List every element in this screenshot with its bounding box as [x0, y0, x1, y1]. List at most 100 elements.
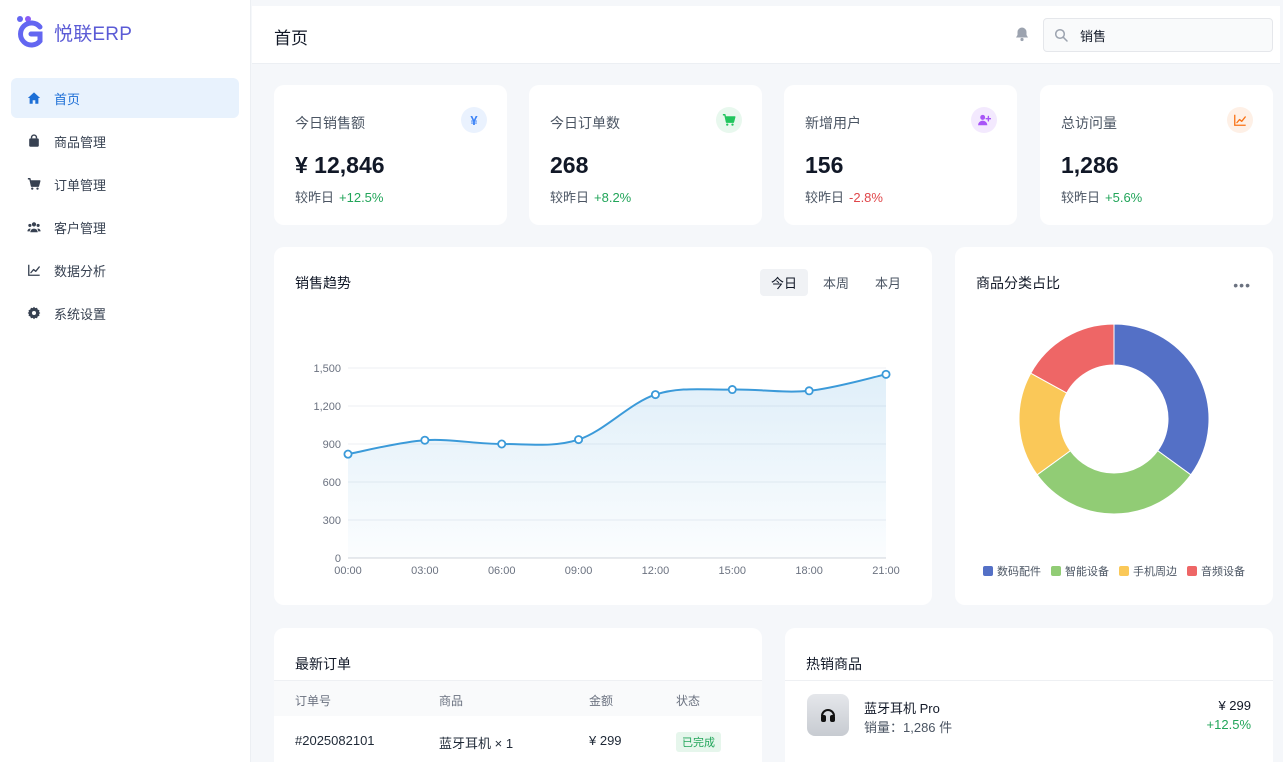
compare-label: 较昨日 — [805, 190, 845, 205]
stat-value: ¥ 12,846 — [295, 152, 385, 178]
sidebar-item-label: 数据分析 — [54, 263, 107, 279]
product-name[interactable]: 蓝牙耳机 Pro — [864, 698, 940, 717]
data-point[interactable] — [343, 449, 353, 459]
y-tick-label: 0 — [335, 553, 341, 565]
search-box[interactable] — [1043, 18, 1273, 52]
sidebar-item-label: 商品管理 — [54, 134, 107, 150]
y-tick-label: 1,200 — [313, 401, 341, 413]
x-tick-label: 03:00 — [411, 565, 439, 577]
chart-line-icon — [28, 264, 40, 276]
sidebar-item-5[interactable]: 系统设置 — [11, 293, 239, 333]
data-point[interactable] — [650, 390, 660, 400]
search-icon — [1054, 28, 1068, 42]
product-growth: +12.5% — [1206, 717, 1251, 732]
home-icon — [27, 92, 41, 104]
legend-item[interactable]: 智能设备 — [1051, 563, 1109, 579]
stat-compare: 较昨日 +12.5% — [295, 187, 383, 206]
brand-name: 悦联ERP — [54, 23, 133, 45]
search-input[interactable] — [1080, 27, 1260, 43]
legend-label: 智能设备 — [1065, 566, 1109, 578]
pie-slice[interactable] — [1036, 450, 1192, 515]
stat-card: 今日订单数 268 较昨日 +8.2% — [529, 85, 762, 225]
stat-compare: 较昨日 +8.2% — [550, 187, 631, 206]
product-thumbnail[interactable] — [807, 694, 849, 736]
brand[interactable]: 悦联ERP — [0, 0, 250, 64]
nav-icon-wrap — [26, 133, 42, 149]
category-share-card: 商品分类占比 ••• 数码配件 智能设备 手机周边 音频设备 — [955, 247, 1273, 605]
nav-icon-wrap — [26, 219, 42, 235]
y-tick-label: 300 — [323, 515, 341, 527]
headphones-icon — [821, 709, 835, 722]
legend-item[interactable]: 数码配件 — [983, 563, 1041, 579]
legend-swatch — [1051, 566, 1061, 576]
data-point[interactable] — [574, 435, 584, 445]
sidebar-item-0[interactable]: 首页 — [11, 78, 239, 118]
bag-icon — [29, 134, 39, 147]
legend-swatch — [1187, 566, 1197, 576]
gear-icon — [27, 306, 41, 320]
stat-label: 今日销售额 — [295, 115, 365, 131]
stat-change: -2.8% — [849, 190, 883, 205]
product-price: ¥ 299 — [1218, 698, 1251, 713]
order-amount: ¥ 299 — [589, 733, 622, 748]
x-tick-label: 09:00 — [565, 565, 593, 577]
recent-orders-card: 最新订单 订单号 商品 金额 状态 #2025082101 蓝牙耳机 × 1 ¥… — [274, 628, 762, 762]
legend-label: 数码配件 — [997, 566, 1041, 578]
x-tick-label: 15:00 — [719, 565, 747, 577]
legend-swatch — [1119, 566, 1129, 576]
stat-value: 156 — [805, 152, 844, 178]
pie-slice[interactable] — [1113, 323, 1210, 476]
stat-label: 今日订单数 — [550, 115, 620, 131]
legend-swatch — [983, 566, 993, 576]
stat-card: 新增用户 156 较昨日 -2.8% — [784, 85, 1017, 225]
stat-compare: 较昨日 -2.8% — [805, 187, 883, 206]
pie-legend: 数码配件 智能设备 手机周边 音频设备 — [983, 563, 1255, 579]
compare-label: 较昨日 — [1061, 190, 1101, 205]
nav-icon-wrap — [26, 90, 42, 106]
stat-label: 总访问量 — [1061, 115, 1117, 131]
sidebar-item-label: 系统设置 — [54, 306, 107, 322]
sidebar-item-3[interactable]: 客户管理 — [11, 207, 239, 247]
orders-table-header: 订单号 商品 金额 状态 — [274, 680, 762, 716]
order-product: 蓝牙耳机 × 1 — [439, 736, 514, 751]
col-amount: 金额 — [589, 694, 614, 708]
yen-icon: ¥ — [470, 112, 478, 128]
stat-icon-badge: ¥ — [461, 107, 487, 133]
stat-label: 新增用户 — [805, 115, 861, 131]
order-id: #2025082101 — [295, 733, 375, 748]
stat-change: +5.6% — [1105, 190, 1143, 205]
sidebar-item-1[interactable]: 商品管理 — [11, 121, 239, 161]
divider — [785, 680, 1273, 681]
stat-icon-badge — [1227, 107, 1253, 133]
table-row[interactable]: #2025082101 蓝牙耳机 × 1 ¥ 299 已完成 — [274, 716, 762, 756]
legend-label: 音频设备 — [1201, 566, 1245, 578]
user-plus-icon — [978, 114, 991, 126]
data-point[interactable] — [420, 435, 430, 445]
sidebar-item-2[interactable]: 订单管理 — [11, 164, 239, 204]
legend-item[interactable]: 手机周边 — [1119, 563, 1177, 579]
legend-label: 手机周边 — [1133, 566, 1177, 578]
x-tick-label: 06:00 — [488, 565, 516, 577]
stat-value: 268 — [550, 152, 589, 178]
col-status: 状态 — [676, 694, 701, 708]
y-tick-label: 1,500 — [313, 363, 341, 375]
data-point[interactable] — [804, 386, 814, 396]
data-point[interactable] — [497, 439, 507, 449]
brand-logo-icon — [17, 16, 43, 48]
stat-value: 1,286 — [1061, 152, 1119, 178]
legend-item[interactable]: 音频设备 — [1187, 563, 1245, 579]
data-point[interactable] — [727, 385, 737, 395]
sidebar-item-4[interactable]: 数据分析 — [11, 250, 239, 290]
hot-products-card: 热销商品 蓝牙耳机 Pro 销量：1,286 件 ¥ 299 +12.5% — [785, 628, 1273, 762]
chart-line-icon — [1234, 114, 1246, 126]
sales-trend-chart: 0 300 600 900 1,200 1,500 00:00 03:00 06:00 09:00… — [313, 363, 899, 577]
data-point[interactable] — [881, 369, 891, 379]
sidebar: 悦联ERP 首页商品管理订单管理 客户管理数据分析系统设置 — [0, 0, 251, 762]
bell-icon[interactable] — [1014, 26, 1030, 42]
compare-label: 较昨日 — [295, 190, 335, 205]
y-tick-label: 600 — [323, 477, 341, 489]
stat-card: 总访问量 1,286 较昨日 +5.6% — [1040, 85, 1273, 225]
sales-trend-card: 销售趋势 今日 本周 本月 0 300 600 900 1,200 1,500 00:00 03:… — [274, 247, 932, 605]
stat-compare: 较昨日 +5.6% — [1061, 187, 1142, 206]
sidebar-nav: 首页商品管理订单管理 客户管理数据分析系统设置 — [0, 78, 250, 333]
